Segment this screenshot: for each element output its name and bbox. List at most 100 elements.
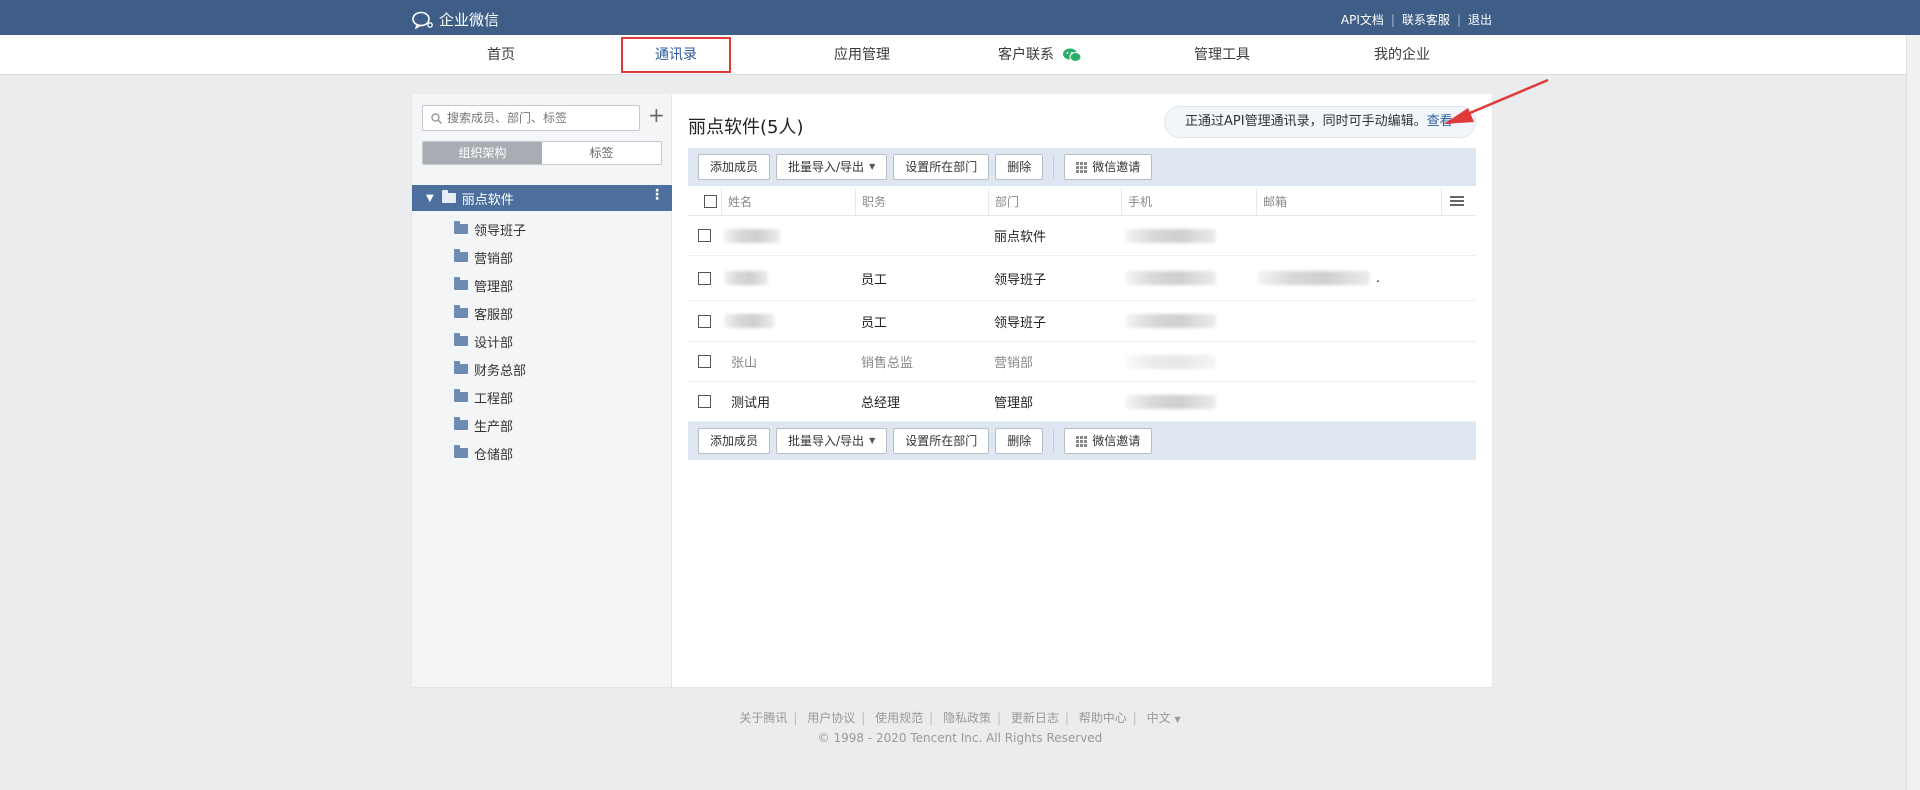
page-scrollbar[interactable] — [1906, 35, 1920, 790]
add-member-button[interactable]: 添加成员 — [698, 428, 771, 454]
support-link[interactable]: 联系客服 — [1402, 11, 1450, 28]
column-header-department[interactable]: 部门 — [988, 188, 1121, 215]
department-label: 仓储部 — [474, 447, 514, 463]
footer-link[interactable]: 帮助中心 — [1079, 711, 1127, 725]
row-checkbox[interactable] — [698, 271, 711, 285]
nav-apps[interactable]: 应用管理 — [813, 35, 911, 75]
column-header-name[interactable]: 姓名 — [721, 188, 855, 215]
department-label: 工程部 — [474, 391, 514, 407]
tree-item-department[interactable]: 领导班子 — [412, 215, 672, 243]
table-row[interactable]: 员工 领导班子 . — [688, 256, 1476, 301]
language-select[interactable]: 中文 ▼ — [1147, 711, 1181, 725]
set-department-button[interactable]: 设置所在部门 — [893, 154, 990, 180]
divider: | — [997, 711, 1002, 725]
search-icon — [431, 112, 442, 124]
search-input[interactable] — [447, 111, 627, 125]
footer-links: 关于腾讯 | 用户协议 | 使用规范 | 隐私政策 | 更新日志 | 帮助中心 | 中文 ▼ — [0, 709, 1920, 726]
table-row[interactable]: 张山 销售总监 营销部 — [688, 342, 1476, 382]
table-row[interactable]: 员工 领导班子 — [688, 301, 1476, 342]
phone-cell — [1126, 342, 1216, 381]
tree-item-department[interactable]: 设计部 — [412, 327, 672, 355]
column-header-title[interactable]: 职务 — [855, 188, 988, 215]
nav-customers[interactable]: 客户联系 — [990, 35, 1090, 75]
page-title: 丽点软件(5人) — [688, 117, 804, 138]
add-icon[interactable]: + — [648, 103, 665, 127]
nav-company[interactable]: 我的企业 — [1352, 35, 1452, 75]
department-cell: 丽点软件 — [994, 230, 1047, 245]
table-row[interactable]: 测试用 总经理 管理部 — [688, 382, 1476, 422]
batch-label: 批量导入/导出 — [788, 160, 865, 174]
nav-customers-label: 客户联系 — [998, 47, 1054, 63]
wechat-invite-label: 微信邀请 — [1092, 160, 1141, 174]
wechat-invite-button[interactable]: 微信邀请 — [1064, 428, 1153, 454]
logo[interactable]: 企业微信 — [412, 9, 499, 30]
row-checkbox-cell — [698, 342, 711, 381]
tree-root-label: 丽点软件 — [461, 192, 514, 208]
name-cell: 张山 — [731, 356, 758, 371]
divider: | — [793, 711, 798, 725]
footer-link[interactable]: 隐私政策 — [943, 711, 991, 725]
logout-link[interactable]: 退出 — [1468, 11, 1492, 28]
footer-link[interactable]: 使用规范 — [875, 711, 923, 725]
sidebar: + 组织架构 标签 ▼ 丽点软件 ⋮ 领导班子 营销部 管理部 客服部 设计部 … — [412, 94, 672, 687]
footer-link[interactable]: 更新日志 — [1011, 711, 1059, 725]
title-cell: 销售总监 — [861, 356, 914, 371]
folder-icon — [454, 389, 468, 402]
row-checkbox[interactable] — [698, 355, 711, 368]
nav-contacts[interactable]: 通讯录 — [621, 37, 731, 73]
tree-item-department[interactable]: 生产部 — [412, 411, 672, 439]
set-department-button[interactable]: 设置所在部门 — [893, 428, 990, 454]
redacted-email — [1258, 271, 1370, 285]
name-cell — [724, 256, 768, 300]
table-header: 姓名 职务 部门 手机 邮箱 — [688, 188, 1476, 216]
nav-tools[interactable]: 管理工具 — [1172, 35, 1272, 75]
batch-import-export-button[interactable]: 批量导入/导出 ▼ — [776, 154, 888, 180]
select-all-cell — [698, 188, 717, 215]
wechat-invite-button[interactable]: 微信邀请 — [1064, 154, 1153, 180]
column-header-email[interactable]: 邮箱 — [1256, 188, 1441, 215]
delete-button[interactable]: 删除 — [995, 154, 1044, 180]
tree-item-department[interactable]: 客服部 — [412, 299, 672, 327]
folder-icon — [441, 190, 456, 203]
select-all-checkbox[interactable] — [704, 195, 717, 208]
row-checkbox-cell — [698, 301, 711, 341]
footer-link[interactable]: 用户协议 — [807, 711, 855, 725]
tree-item-department[interactable]: 营销部 — [412, 243, 672, 271]
more-options-icon[interactable]: ⋮ — [650, 187, 664, 203]
expand-arrow-icon[interactable]: ▼ — [426, 193, 434, 204]
tree-item-department[interactable]: 财务总部 — [412, 355, 672, 383]
email-cell: . — [1258, 256, 1380, 300]
api-docs-link[interactable]: API文档 — [1341, 11, 1384, 28]
column-header-phone[interactable]: 手机 — [1121, 188, 1256, 215]
name-cell: 测试用 — [731, 396, 771, 411]
batch-import-export-button[interactable]: 批量导入/导出 ▼ — [776, 428, 888, 454]
phone-cell — [1126, 301, 1216, 341]
redacted-phone — [1126, 394, 1216, 409]
footer-link[interactable]: 关于腾讯 — [739, 711, 787, 725]
table-row[interactable]: 丽点软件 — [688, 216, 1476, 256]
row-checkbox-cell — [698, 216, 711, 255]
tree-item-department[interactable]: 工程部 — [412, 383, 672, 411]
main-nav: 首页 通讯录 应用管理 客户联系 管理工具 我的企业 — [0, 35, 1920, 75]
add-member-button[interactable]: 添加成员 — [698, 154, 771, 180]
row-checkbox[interactable] — [698, 395, 711, 408]
column-settings-icon[interactable] — [1450, 196, 1464, 207]
search-box[interactable] — [422, 105, 640, 131]
member-panel: 丽点软件(5人) 正通过API管理通讯录，同时可手动编辑。查看 添加成员 批量导… — [688, 94, 1476, 687]
delete-button[interactable]: 删除 — [995, 428, 1044, 454]
tab-org-structure[interactable]: 组织架构 — [423, 142, 542, 164]
row-checkbox-cell — [698, 382, 711, 421]
redacted-phone — [1126, 314, 1216, 328]
tab-tags[interactable]: 标签 — [542, 142, 661, 164]
tree-item-department[interactable]: 管理部 — [412, 271, 672, 299]
divider: | — [1456, 12, 1461, 27]
title-cell: 员工 — [861, 315, 888, 331]
tree-root-company[interactable]: ▼ 丽点软件 ⋮ — [412, 185, 672, 211]
bottom-toolbar: 添加成员 批量导入/导出 ▼ 设置所在部门 删除 微信邀请 — [688, 422, 1476, 460]
tree-item-department[interactable]: 仓储部 — [412, 439, 672, 467]
row-checkbox[interactable] — [698, 229, 711, 242]
nav-home[interactable]: 首页 — [452, 35, 550, 75]
department-label: 客服部 — [474, 307, 514, 323]
caret-down-icon: ▼ — [869, 162, 876, 171]
row-checkbox[interactable] — [698, 314, 711, 328]
